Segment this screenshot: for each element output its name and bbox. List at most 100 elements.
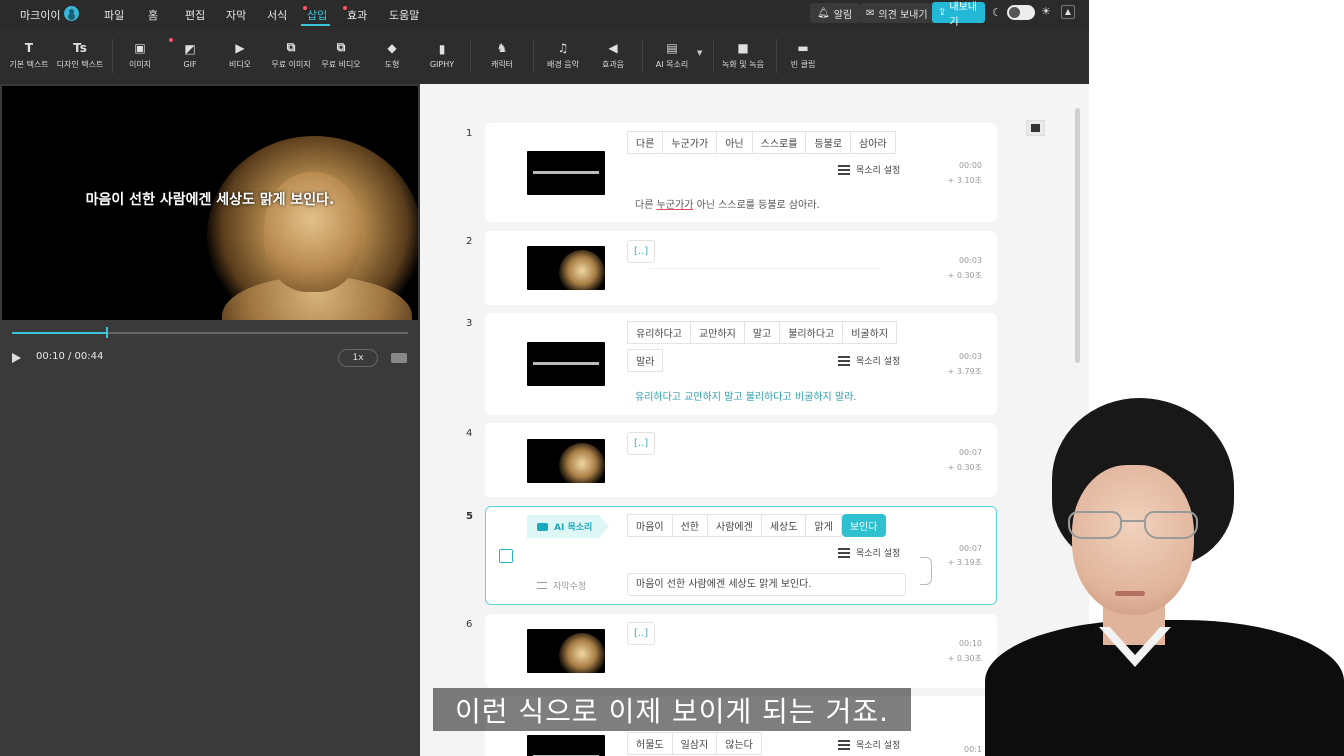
tool-image[interactable]: ▣ 이미지 (125, 27, 155, 84)
word-chip[interactable]: 등불로 (806, 131, 852, 154)
word-chip[interactable]: 사람에겐 (708, 514, 762, 537)
tool-empty-clip[interactable]: ▬ 빈 클립 (788, 27, 818, 84)
collapse-toolbar-button[interactable]: ▲ (1061, 5, 1075, 19)
design-text-icon: Ts (73, 40, 87, 55)
word-chip[interactable]: 않는다 (717, 732, 762, 755)
pause-chip[interactable]: [..] (627, 240, 656, 263)
tool-video[interactable]: ▶ 비디오 (225, 27, 255, 84)
presenter-glasses (1068, 511, 1198, 541)
voice-settings-button[interactable]: 목소리 설정 (838, 163, 900, 176)
word-chip[interactable]: 교만하지 (691, 321, 745, 344)
video-preview[interactable]: 마음이 선한 사람에겐 세상도 맑게 보인다. (2, 86, 418, 320)
word-chip[interactable]: 누군가가 (663, 131, 718, 154)
scene-thumbnail[interactable] (527, 629, 605, 673)
seek-fill (12, 332, 108, 334)
feedback-button[interactable]: ✉ 의견 보내기 (859, 3, 935, 23)
tool-free-image[interactable]: ⧉ 무료 이미지 (270, 27, 312, 84)
notify-button[interactable]: 🔔︎ 알림 (810, 3, 860, 23)
spellcheck-word[interactable]: 누군가가 (657, 200, 694, 211)
export-button[interactable]: ⇪ 내보내기 (932, 2, 985, 28)
pause-chip[interactable]: [..] (627, 432, 656, 455)
scene-text[interactable]: 유리하다고 교만하지 말고 불리하다고 비굴하지 말라. (635, 388, 856, 403)
voice-settings-button[interactable]: 목소리 설정 (838, 738, 900, 751)
scene-thumbnail[interactable] (527, 151, 605, 195)
word-chip[interactable]: 선한 (672, 514, 709, 537)
scene-thumbnail[interactable] (527, 735, 605, 756)
scene-start-time: 00:1 (964, 745, 982, 754)
scene-list-scrollbar[interactable] (1075, 108, 1080, 363)
user-icon[interactable] (64, 6, 79, 21)
scene-duration: + 0.30초 (947, 654, 982, 663)
word-chip[interactable]: 세상도 (761, 514, 807, 537)
tool-free-video[interactable]: ⧉ 무료 비디오 (320, 27, 362, 84)
caption-edit-input[interactable]: 마음이 선한 사람에겐 세상도 맑게 보인다. (627, 573, 906, 596)
word-chip[interactable]: 말라 (627, 349, 664, 372)
thumb-buddha (559, 443, 605, 483)
menu-insert[interactable]: 삽입 (302, 6, 327, 23)
empty-text-line (650, 268, 880, 269)
camera-icon: ■ (737, 40, 749, 55)
voice-settings-button[interactable]: 목소리 설정 (838, 546, 900, 559)
character-avatar-icon[interactable] (1026, 120, 1045, 136)
tool-character[interactable]: ♞ 캐릭터 (487, 27, 517, 84)
feedback-label: 의견 보내기 (878, 9, 928, 21)
app-logo[interactable]: 마크이이 (20, 7, 60, 23)
word-chip[interactable]: 아닌 (717, 131, 753, 154)
tool-shape[interactable]: ◆ 도형 (377, 27, 407, 84)
play-icon[interactable] (12, 353, 21, 363)
chevron-down-icon[interactable]: ▼ (697, 49, 702, 57)
word-chip[interactable]: 맑게 (806, 514, 842, 537)
menu-edit[interactable]: 편집 (185, 7, 205, 23)
scene-thumbnail[interactable] (527, 342, 605, 386)
glasses-bridge (1122, 520, 1144, 522)
tool-gif[interactable]: ◩ GIF (175, 27, 205, 84)
menubar: 마크이이 파일 홈 편집 자막 서식 삽입 효과 도움말 🔔︎ 알림 ✉ 의견 … (0, 0, 1089, 28)
ai-voice-badge[interactable]: AI 목소리 (527, 515, 609, 538)
word-chip[interactable]: 비굴하지 (843, 321, 898, 344)
word-chip[interactable]: 허물도 (627, 732, 673, 755)
word-chip[interactable]: 일삼지 (672, 732, 718, 755)
subtitle-toggle-icon[interactable] (391, 353, 407, 363)
tool-giphy[interactable]: ▮ GIPHY (427, 27, 457, 84)
tool-basic-text[interactable]: T 기본 텍스트 (8, 27, 50, 84)
tool-bgm[interactable]: ♫ 배경 음악 (545, 27, 581, 84)
menu-effects[interactable]: 효과 (342, 6, 367, 23)
word-chip[interactable]: 스스로를 (752, 131, 807, 154)
speaker-icon: ◀ (608, 40, 618, 55)
menu-help[interactable]: 도움말 (389, 7, 419, 23)
tool-design-text[interactable]: Ts 디자인 텍스트 (56, 27, 104, 84)
tool-sound-effect[interactable]: ◀ 효과음 (598, 27, 628, 84)
tool-ai-voice[interactable]: ▤ AI 목소리 (654, 27, 690, 84)
tool-label: AI 목소리 (655, 60, 689, 69)
word-chip-active[interactable]: 보인다 (841, 514, 887, 537)
empty-clip-icon: ▬ (797, 40, 809, 55)
voice-settings-button[interactable]: 목소리 설정 (838, 354, 900, 367)
seek-bar[interactable] (12, 327, 408, 338)
scene-text[interactable]: 다른 누군가가 아닌 스스로를 등불로 삼아라. (635, 196, 820, 211)
word-chip[interactable]: 삼아라 (851, 131, 896, 154)
voice-settings-label: 목소리 설정 (856, 357, 901, 367)
free-video-icon: ⧉ (336, 40, 346, 54)
theme-toggle[interactable] (1007, 5, 1035, 20)
caption-edit-label[interactable]: 자막수정 (537, 579, 586, 592)
thumb-caption (533, 171, 599, 174)
word-chip[interactable]: 유리하다고 (627, 321, 691, 344)
menu-file[interactable]: 파일 (104, 7, 124, 23)
tool-record[interactable]: ■ 녹화 및 녹음 (722, 27, 764, 84)
scene-select-checkbox[interactable] (499, 549, 513, 563)
word-chip[interactable]: 불리하다고 (780, 321, 844, 344)
word-chips: 허물도 일삼지 않는다 (627, 732, 762, 755)
toolbar-divider (776, 39, 777, 73)
menu-home[interactable]: 홈 (148, 7, 158, 23)
ai-voice-icon (537, 522, 548, 531)
menu-format[interactable]: 서식 (267, 7, 287, 23)
scene-thumbnail[interactable] (527, 439, 605, 483)
scene-thumbnail[interactable] (527, 246, 605, 290)
pause-chip[interactable]: [..] (627, 622, 656, 645)
word-chip[interactable]: 마음이 (627, 514, 673, 537)
speed-button[interactable]: 1x (338, 349, 378, 367)
word-chip[interactable]: 다른 (627, 131, 664, 154)
word-chip[interactable]: 말고 (744, 321, 781, 344)
menu-subtitle[interactable]: 자막 (226, 7, 246, 23)
seek-handle[interactable] (106, 327, 109, 338)
